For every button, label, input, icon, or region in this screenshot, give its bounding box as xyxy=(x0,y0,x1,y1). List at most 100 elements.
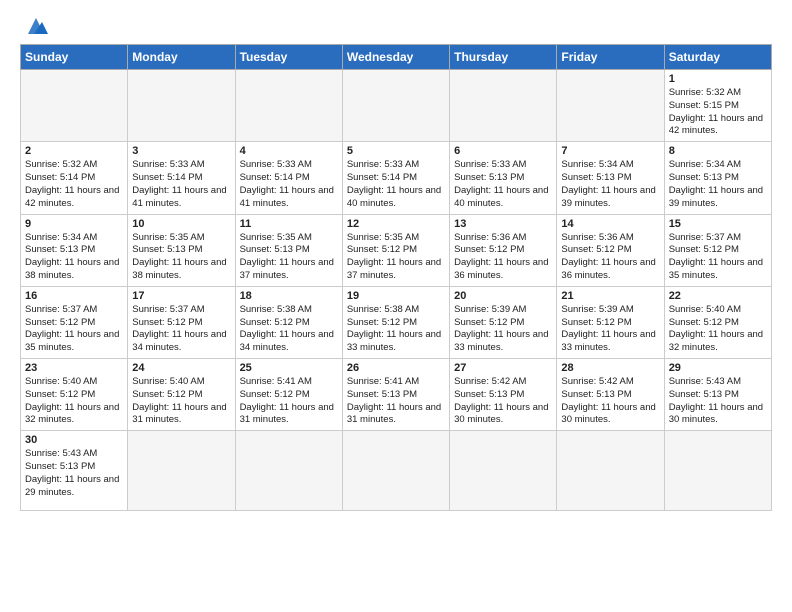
day-info: Sunrise: 5:33 AM Sunset: 5:14 PM Dayligh… xyxy=(132,159,230,210)
calendar-cell: 2 Sunrise: 5:32 AM Sunset: 5:14 PM Daylig… xyxy=(21,142,128,214)
calendar-cell: 21 Sunrise: 5:39 AM Sunset: 5:12 PM Dayli… xyxy=(557,286,664,358)
calendar-cell: 11Sunrise: 5:35 AM Sunset: 5:13 PM Dayli… xyxy=(235,214,342,286)
calendar-week-row: 23 Sunrise: 5:40 AM Sunset: 5:12 PM Dayli… xyxy=(21,359,772,431)
day-number: 27 xyxy=(454,362,552,374)
day-number: 30 xyxy=(25,434,123,446)
day-info: Sunrise: 5:32 AM Sunset: 5:15 PM Dayligh… xyxy=(669,87,767,138)
day-info: Sunrise: 5:39 AM Sunset: 5:12 PM Dayligh… xyxy=(561,304,659,355)
day-info: Sunrise: 5:43 AM Sunset: 5:13 PM Dayligh… xyxy=(669,376,767,427)
day-info: Sunrise: 5:33 AM Sunset: 5:14 PM Dayligh… xyxy=(347,159,445,210)
day-info: Sunrise: 5:43 AM Sunset: 5:13 PM Dayligh… xyxy=(25,448,123,499)
calendar-week-row: 2 Sunrise: 5:32 AM Sunset: 5:14 PM Daylig… xyxy=(21,142,772,214)
weekday-header-row: SundayMondayTuesdayWednesdayThursdayFrid… xyxy=(21,45,772,70)
calendar-cell: 3 Sunrise: 5:33 AM Sunset: 5:14 PM Daylig… xyxy=(128,142,235,214)
calendar-cell xyxy=(342,431,449,511)
day-info: Sunrise: 5:36 AM Sunset: 5:12 PM Dayligh… xyxy=(454,232,552,283)
day-info: Sunrise: 5:34 AM Sunset: 5:13 PM Dayligh… xyxy=(669,159,767,210)
logo xyxy=(20,16,130,36)
day-number: 11 xyxy=(240,218,338,230)
calendar-cell: 1 Sunrise: 5:32 AM Sunset: 5:15 PM Daylig… xyxy=(664,70,771,142)
calendar-cell xyxy=(128,431,235,511)
day-info: Sunrise: 5:32 AM Sunset: 5:14 PM Dayligh… xyxy=(25,159,123,210)
day-info: Sunrise: 5:38 AM Sunset: 5:12 PM Dayligh… xyxy=(240,304,338,355)
day-number: 4 xyxy=(240,145,338,157)
day-number: 12 xyxy=(347,218,445,230)
day-number: 19 xyxy=(347,290,445,302)
day-number: 5 xyxy=(347,145,445,157)
calendar-cell: 25 Sunrise: 5:41 AM Sunset: 5:12 PM Dayli… xyxy=(235,359,342,431)
calendar-cell: 20Sunrise: 5:39 AM Sunset: 5:12 PM Dayli… xyxy=(450,286,557,358)
calendar-cell xyxy=(450,431,557,511)
day-number: 13 xyxy=(454,218,552,230)
day-number: 17 xyxy=(132,290,230,302)
calendar-cell: 6 Sunrise: 5:33 AM Sunset: 5:13 PM Daylig… xyxy=(450,142,557,214)
weekday-header-monday: Monday xyxy=(128,45,235,70)
day-number: 29 xyxy=(669,362,767,374)
calendar-cell: 15 Sunrise: 5:37 AM Sunset: 5:12 PM Dayli… xyxy=(664,214,771,286)
calendar-cell: 17Sunrise: 5:37 AM Sunset: 5:12 PM Dayli… xyxy=(128,286,235,358)
day-number: 22 xyxy=(669,290,767,302)
calendar-cell: 29 Sunrise: 5:43 AM Sunset: 5:13 PM Dayli… xyxy=(664,359,771,431)
calendar-cell: 19 Sunrise: 5:38 AM Sunset: 5:12 PM Dayli… xyxy=(342,286,449,358)
calendar-cell: 9 Sunrise: 5:34 AM Sunset: 5:13 PM Daylig… xyxy=(21,214,128,286)
calendar-cell: 18 Sunrise: 5:38 AM Sunset: 5:12 PM Dayli… xyxy=(235,286,342,358)
day-number: 28 xyxy=(561,362,659,374)
day-number: 25 xyxy=(240,362,338,374)
day-number: 16 xyxy=(25,290,123,302)
calendar-cell xyxy=(450,70,557,142)
day-info: Sunrise: 5:34 AM Sunset: 5:13 PM Dayligh… xyxy=(25,232,123,283)
calendar-cell: 22 Sunrise: 5:40 AM Sunset: 5:12 PM Dayli… xyxy=(664,286,771,358)
day-info: Sunrise: 5:33 AM Sunset: 5:14 PM Dayligh… xyxy=(240,159,338,210)
day-number: 2 xyxy=(25,145,123,157)
weekday-header-sunday: Sunday xyxy=(21,45,128,70)
day-number: 20 xyxy=(454,290,552,302)
day-number: 18 xyxy=(240,290,338,302)
day-info: Sunrise: 5:38 AM Sunset: 5:12 PM Dayligh… xyxy=(347,304,445,355)
day-info: Sunrise: 5:40 AM Sunset: 5:12 PM Dayligh… xyxy=(25,376,123,427)
calendar-cell xyxy=(557,70,664,142)
calendar-cell xyxy=(235,431,342,511)
calendar-cell: 28 Sunrise: 5:42 AM Sunset: 5:13 PM Dayli… xyxy=(557,359,664,431)
day-number: 1 xyxy=(669,73,767,85)
day-number: 3 xyxy=(132,145,230,157)
day-number: 23 xyxy=(25,362,123,374)
day-info: Sunrise: 5:33 AM Sunset: 5:13 PM Dayligh… xyxy=(454,159,552,210)
day-info: Sunrise: 5:34 AM Sunset: 5:13 PM Dayligh… xyxy=(561,159,659,210)
calendar-cell: 26Sunrise: 5:41 AM Sunset: 5:13 PM Dayli… xyxy=(342,359,449,431)
calendar-cell xyxy=(342,70,449,142)
weekday-header-saturday: Saturday xyxy=(664,45,771,70)
calendar-cell: 14 Sunrise: 5:36 AM Sunset: 5:12 PM Dayli… xyxy=(557,214,664,286)
day-info: Sunrise: 5:40 AM Sunset: 5:12 PM Dayligh… xyxy=(132,376,230,427)
day-number: 8 xyxy=(669,145,767,157)
day-info: Sunrise: 5:41 AM Sunset: 5:12 PM Dayligh… xyxy=(240,376,338,427)
day-number: 15 xyxy=(669,218,767,230)
day-info: Sunrise: 5:42 AM Sunset: 5:13 PM Dayligh… xyxy=(561,376,659,427)
day-info: Sunrise: 5:35 AM Sunset: 5:13 PM Dayligh… xyxy=(132,232,230,283)
weekday-header-friday: Friday xyxy=(557,45,664,70)
day-info: Sunrise: 5:41 AM Sunset: 5:13 PM Dayligh… xyxy=(347,376,445,427)
calendar-cell: 10 Sunrise: 5:35 AM Sunset: 5:13 PM Dayli… xyxy=(128,214,235,286)
calendar-cell: 30 Sunrise: 5:43 AM Sunset: 5:13 PM Dayli… xyxy=(21,431,128,511)
day-info: Sunrise: 5:40 AM Sunset: 5:12 PM Dayligh… xyxy=(669,304,767,355)
calendar-week-row: 16 Sunrise: 5:37 AM Sunset: 5:12 PM Dayli… xyxy=(21,286,772,358)
day-info: Sunrise: 5:37 AM Sunset: 5:12 PM Dayligh… xyxy=(669,232,767,283)
day-info: Sunrise: 5:36 AM Sunset: 5:12 PM Dayligh… xyxy=(561,232,659,283)
day-number: 7 xyxy=(561,145,659,157)
day-number: 6 xyxy=(454,145,552,157)
calendar-cell: 8 Sunrise: 5:34 AM Sunset: 5:13 PM Daylig… xyxy=(664,142,771,214)
calendar-week-row: 30 Sunrise: 5:43 AM Sunset: 5:13 PM Dayli… xyxy=(21,431,772,511)
calendar-cell xyxy=(235,70,342,142)
calendar-cell: 12Sunrise: 5:35 AM Sunset: 5:12 PM Dayli… xyxy=(342,214,449,286)
day-number: 10 xyxy=(132,218,230,230)
calendar-cell xyxy=(557,431,664,511)
weekday-header-tuesday: Tuesday xyxy=(235,45,342,70)
day-number: 9 xyxy=(25,218,123,230)
day-info: Sunrise: 5:37 AM Sunset: 5:12 PM Dayligh… xyxy=(25,304,123,355)
day-number: 14 xyxy=(561,218,659,230)
day-number: 21 xyxy=(561,290,659,302)
calendar-table: SundayMondayTuesdayWednesdayThursdayFrid… xyxy=(20,44,772,511)
calendar-cell: 24Sunrise: 5:40 AM Sunset: 5:12 PM Dayli… xyxy=(128,359,235,431)
page-header xyxy=(20,16,772,36)
day-info: Sunrise: 5:42 AM Sunset: 5:13 PM Dayligh… xyxy=(454,376,552,427)
calendar-cell: 13 Sunrise: 5:36 AM Sunset: 5:12 PM Dayli… xyxy=(450,214,557,286)
